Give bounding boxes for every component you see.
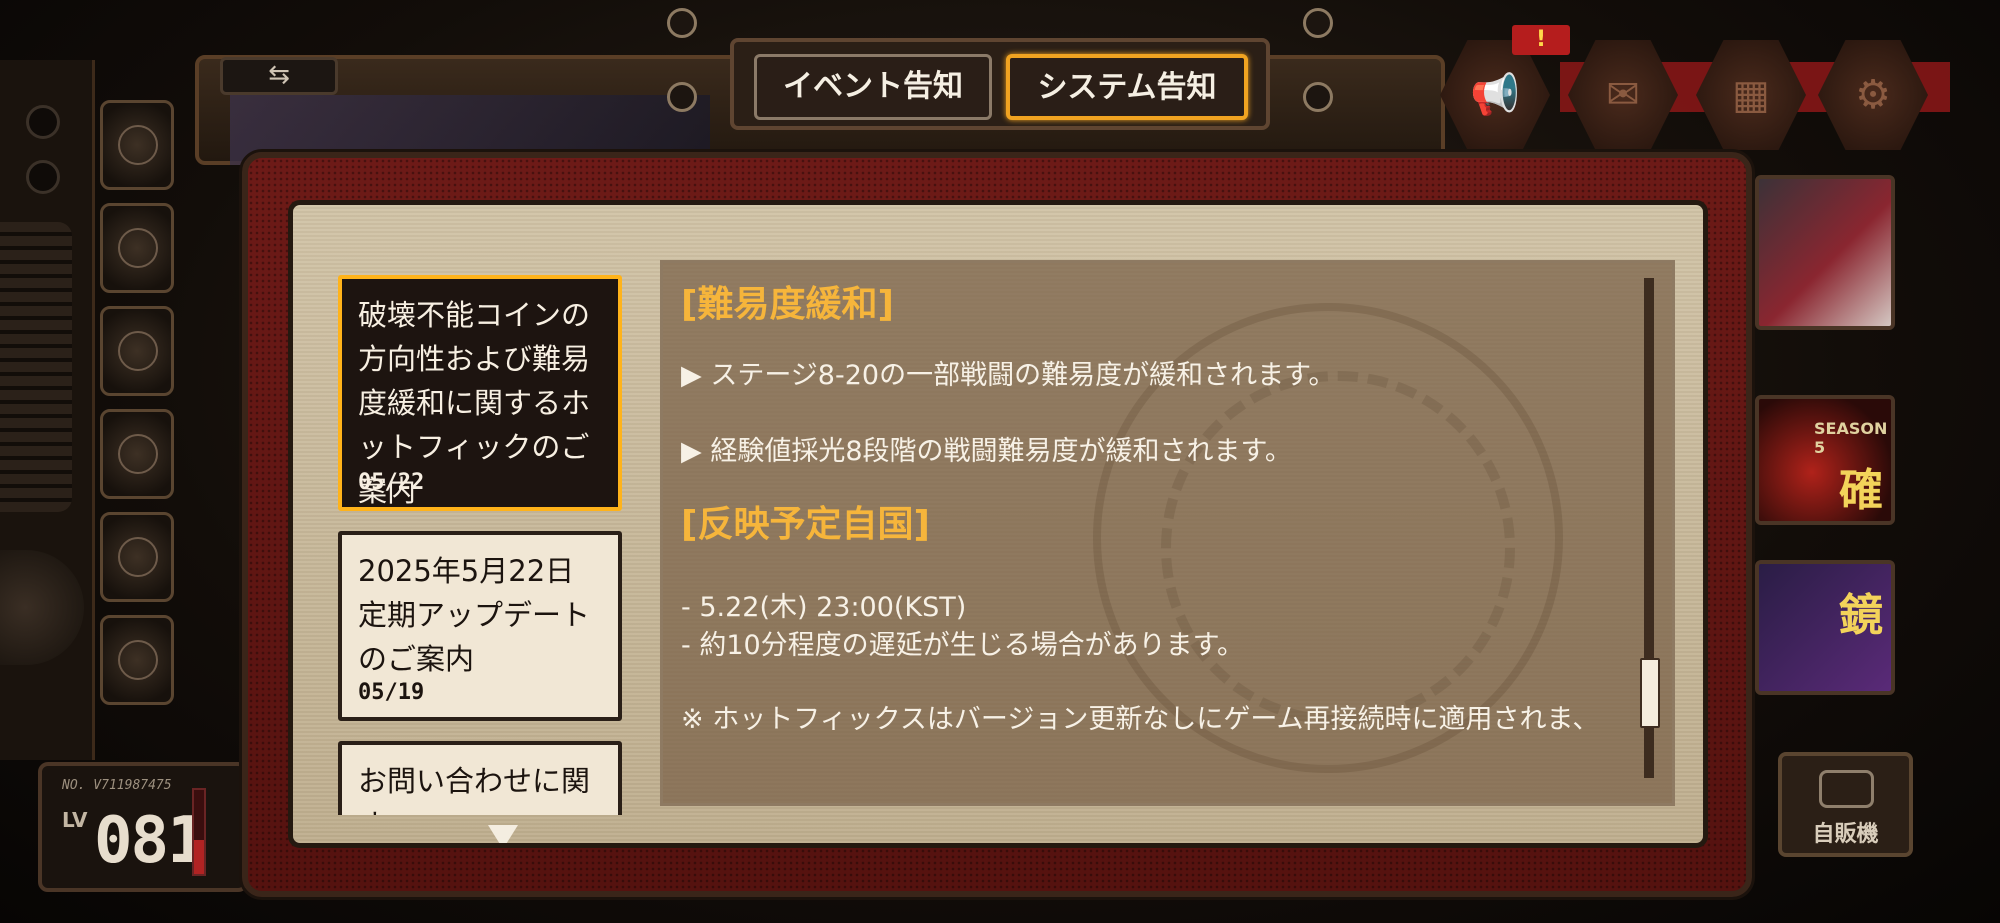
frame-pin (1303, 8, 1333, 38)
notice-modal-body: 破壊不能コインの方向性および難易度緩和に関するホットフィックのご案内 05/22… (288, 200, 1708, 848)
notice-content-scroll[interactable]: [難易度緩和] ▶ ステージ8-20の一部戦闘の難易度が緩和されます。 ▶ 経験… (681, 271, 1601, 791)
gear-icon: ⚙ (1855, 72, 1891, 118)
menu-item-character[interactable] (100, 203, 174, 293)
frame-pin (667, 82, 697, 112)
player-number: NO. V711987475 (62, 778, 172, 793)
announcement-button[interactable]: 📢 (1440, 40, 1550, 150)
content-bullet: ▶ ステージ8-20の一部戦闘の難易度が緩和されます。 (681, 360, 1336, 391)
event-card-2[interactable]: SEASON 5 確 (1755, 395, 1895, 525)
section-heading-difficulty: [難易度緩和] (681, 284, 894, 325)
notice-list-item[interactable]: お問い合わせに関す (338, 741, 622, 815)
megaphone-icon: 📢 (1470, 72, 1520, 118)
cards-icon (118, 125, 158, 165)
notice-date: 05/22 (358, 470, 425, 495)
event-card-1[interactable] (1755, 175, 1895, 330)
notice-list-item[interactable]: 2025年5月22日 定期アップデートのご案内 05/19 (338, 531, 622, 721)
character-icon (118, 228, 158, 268)
inventory-button[interactable]: ▦ (1696, 40, 1806, 150)
notice-date: 05/19 (358, 680, 425, 705)
level-label: LV (62, 808, 88, 832)
section-heading-schedule: [反映予定自国] (681, 504, 930, 545)
notice-content: [難易度緩和] ▶ ステージ8-20の一部戦闘の難易度が緩和されます。 ▶ 経験… (660, 260, 1675, 806)
mail-icon: ✉ (1606, 72, 1640, 118)
menu-item-blade[interactable] (100, 512, 174, 602)
left-menu (100, 100, 180, 705)
notice-title: 2025年5月22日 定期アップデートのご案内 (358, 554, 591, 676)
creature-icon (118, 331, 158, 371)
frame-pin (667, 8, 697, 38)
panel-rivet (26, 160, 60, 194)
event-card-3[interactable]: 鏡 (1755, 560, 1895, 695)
level-gauge (192, 788, 206, 876)
menu-item-butterfly[interactable] (100, 409, 174, 499)
top-right-menu: 📢 ✉ ▦ ⚙ (1440, 40, 1940, 150)
notice-list-item-selected[interactable]: 破壊不能コインの方向性および難易度緩和に関するホットフィックのご案内 05/22 (338, 275, 622, 511)
menu-item-creature[interactable] (100, 306, 174, 396)
settings-button[interactable]: ⚙ (1818, 40, 1928, 150)
mail-button[interactable]: ✉ (1568, 40, 1678, 150)
event-card-3-glyph: 鏡 (1839, 590, 1883, 641)
content-note: ※ ホットフィックスはバージョン更新なしにゲーム再接続時に適用されま、 (681, 704, 1600, 735)
swap-button[interactable]: ⇆ (220, 57, 338, 95)
season-tag: SEASON 5 (1814, 419, 1888, 457)
frame-pin (1303, 82, 1333, 112)
notice-tabs: イベント告知 システム告知 (730, 38, 1270, 130)
notice-list[interactable]: 破壊不能コインの方向性および難易度緩和に関するホットフィックのご案内 05/22… (338, 275, 628, 815)
notice-title: お問い合わせに関す (358, 764, 591, 815)
event-card-2-glyph: 確 (1839, 465, 1883, 516)
vending-machine-label: 自販機 (1812, 822, 1879, 847)
right-event-cards: SEASON 5 確 鏡 (1755, 175, 1905, 695)
tab-event-notice[interactable]: イベント告知 (754, 54, 992, 120)
side-vent (0, 222, 72, 512)
content-scrollbar-thumb[interactable] (1640, 658, 1660, 728)
menu-item-spiral[interactable] (100, 615, 174, 705)
vending-machine-button[interactable]: 自販機 (1778, 752, 1913, 857)
vending-machine-icon (1819, 770, 1874, 808)
schedule-line: - 5.22(木) 23:00(KST) (681, 592, 967, 623)
blade-icon (118, 537, 158, 577)
chest-icon: ▦ (1732, 72, 1770, 118)
scroll-down-arrow-icon[interactable] (488, 825, 518, 843)
butterfly-icon (118, 434, 158, 474)
swap-icon: ⇆ (268, 60, 290, 90)
spiral-icon (118, 640, 158, 680)
schedule-line: - 約10分程度の遅延が生じる場合があります。 (681, 630, 1244, 661)
tab-system-notice[interactable]: システム告知 (1006, 54, 1248, 120)
player-info: NO. V711987475 LV 081 (38, 762, 248, 892)
alert-badge: ! (1512, 25, 1570, 55)
content-bullet: ▶ 経験値採光8段階の戦闘難易度が緩和されます。 (681, 436, 1292, 467)
level-value: 081 (94, 804, 206, 878)
panel-rivet (26, 105, 60, 139)
menu-item-cards[interactable] (100, 100, 174, 190)
notice-modal: 破壊不能コインの方向性および難易度緩和に関するホットフィックのご案内 05/22… (242, 152, 1752, 897)
